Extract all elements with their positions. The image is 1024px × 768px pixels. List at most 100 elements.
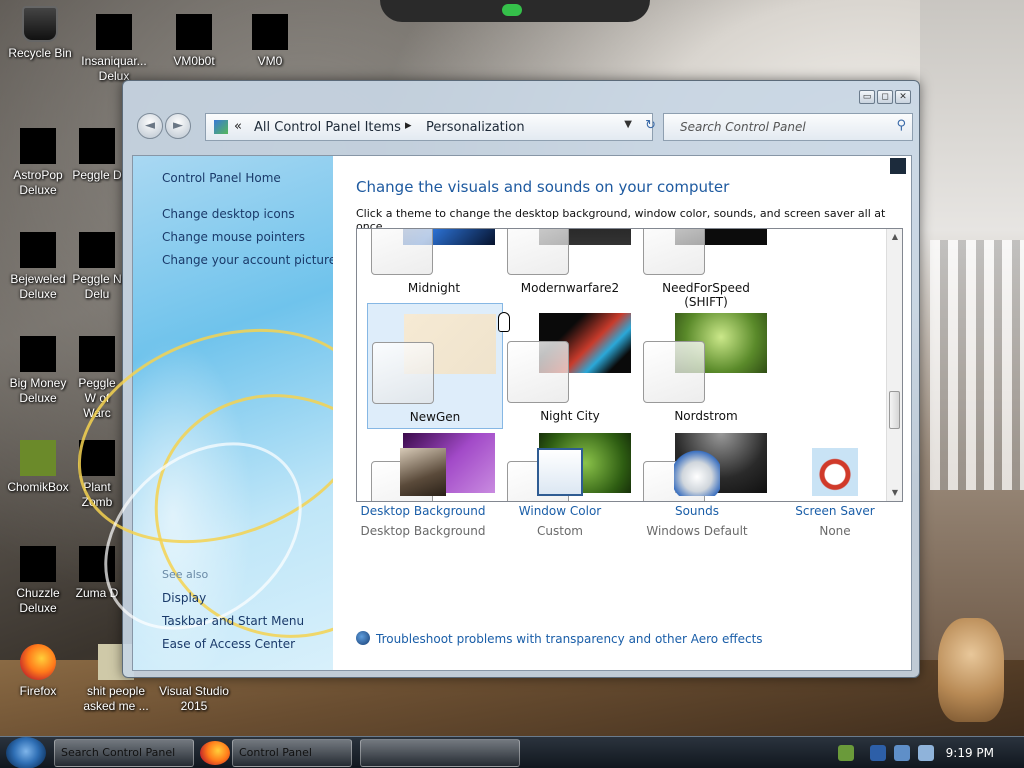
theme-label: Nordstrom — [674, 409, 738, 423]
theme-item-newgen[interactable]: NewGen — [367, 303, 503, 429]
hamster-mascot-icon — [938, 618, 1004, 722]
tray-app-icon[interactable] — [838, 745, 854, 761]
desktop-icon-label: Bejeweled Deluxe — [10, 272, 66, 301]
desktop-icon-peggle[interactable]: Peggle D — [72, 128, 122, 183]
address-bar[interactable]: « All Control Panel Items ▸ Personalizat… — [205, 113, 656, 141]
chevron-down-icon[interactable]: ▼ — [624, 119, 632, 130]
desktop-icon-vm0b0t[interactable]: VM0b0t — [154, 14, 234, 69]
volume-icon[interactable] — [918, 745, 934, 761]
desktop-icon-astropop[interactable]: AstroPop Deluxe — [0, 128, 76, 198]
desktop-icon-label: Recycle Bin — [8, 46, 72, 60]
network-icon[interactable] — [894, 745, 910, 761]
history-buttons: ◄ ► — [137, 113, 193, 139]
game-icon — [96, 14, 132, 50]
desktop-icon-label: VM0 — [257, 54, 283, 68]
close-button[interactable]: ✕ — [895, 90, 911, 104]
chevron-left-icon[interactable]: « — [234, 119, 242, 134]
desktop-icon-label: Visual Studio 2015 — [159, 684, 229, 713]
desktop-background-link[interactable]: Desktop Background — [353, 504, 493, 518]
troubleshoot-link[interactable]: Troubleshoot problems with transparency … — [356, 631, 763, 646]
firefox-icon — [20, 644, 56, 680]
desktop-icon-chomikbox[interactable]: ChomikBox — [0, 440, 76, 495]
maximize-button[interactable]: ◻ — [877, 90, 893, 104]
refresh-icon[interactable]: ↻ — [645, 118, 656, 133]
change-account-picture-link[interactable]: Change your account picture — [162, 253, 336, 267]
desktop-icon-recycle-bin[interactable]: Recycle Bin — [0, 6, 80, 61]
desktop-icon-label: VM0b0t — [173, 54, 215, 68]
desktop-icon-label: Chuzzle Deluxe — [16, 586, 60, 615]
screen-saver-link[interactable]: Screen Saver — [765, 504, 905, 518]
desktop-icon-insaniquarium[interactable]: Insaniquar... Delux — [74, 14, 154, 84]
desktop-icon-big-money[interactable]: Big Money Deluxe — [0, 336, 76, 406]
theme-window-preview — [507, 341, 569, 403]
window-color-setting[interactable]: Window Color Custom — [490, 448, 630, 538]
theme-label: Night City — [540, 409, 600, 423]
control-panel-home-link[interactable]: Control Panel Home — [162, 171, 281, 185]
help-icon[interactable] — [890, 158, 906, 174]
display-link[interactable]: Display — [162, 591, 206, 605]
ease-of-access-link[interactable]: Ease of Access Center — [162, 637, 295, 651]
theme-window-preview — [372, 342, 434, 404]
recycle-bin-icon — [22, 6, 58, 42]
scroll-up-icon[interactable]: ▲ — [887, 229, 902, 245]
desktop-icon-label: Insaniquar... Delux — [81, 54, 147, 83]
sounds-setting[interactable]: Sounds Windows Default — [627, 448, 767, 538]
forward-button[interactable]: ► — [165, 113, 191, 139]
minimize-button[interactable]: ▭ — [859, 90, 875, 104]
theme-item-night-city[interactable]: Night City — [503, 303, 639, 429]
theme-label: Modernwarfare2 — [520, 281, 620, 295]
desktop-icon-label: Big Money Deluxe — [9, 376, 67, 405]
theme-item-midnight[interactable]: Midnight — [367, 229, 503, 301]
desktop-icon-chuzzle[interactable]: Chuzzle Deluxe — [0, 546, 76, 616]
taskbar-control-panel[interactable]: Control Panel — [232, 739, 352, 767]
wallpaper-window-detail — [930, 240, 1024, 490]
start-button[interactable] — [6, 737, 46, 768]
theme-item-nordstrom[interactable]: Nordstrom — [639, 303, 775, 429]
taskbar-start-menu-link[interactable]: Taskbar and Start Menu — [162, 614, 304, 628]
window-color-icon — [537, 448, 583, 496]
breadcrumb-all-control-panel-items[interactable]: All Control Panel Items — [254, 120, 401, 135]
shield-icon[interactable] — [870, 745, 886, 761]
change-mouse-pointers-link[interactable]: Change mouse pointers — [162, 230, 305, 244]
desktop-icon-label: shit people asked me ... — [83, 684, 149, 713]
change-desktop-icons-link[interactable]: Change desktop icons — [162, 207, 295, 221]
taskbar-item[interactable] — [360, 739, 520, 767]
window-color-value: Custom — [537, 524, 583, 538]
screen-saver-setting[interactable]: Screen Saver None — [765, 448, 905, 538]
mouse-cursor-icon — [498, 312, 510, 332]
desktop-icon-peggle-nights[interactable]: Peggle N Delu — [72, 232, 122, 302]
troubleshoot-text: Troubleshoot problems with transparency … — [376, 632, 763, 646]
page-title: Change the visuals and sounds on your co… — [356, 178, 730, 196]
taskbar-search-control-panel[interactable]: Search Control Panel — [54, 739, 194, 767]
theme-label: NewGen — [409, 410, 461, 424]
see-also-heading: See also — [162, 568, 209, 581]
breadcrumb-personalization[interactable]: Personalization — [426, 120, 525, 135]
window-color-link[interactable]: Window Color — [490, 504, 630, 518]
back-button[interactable]: ◄ — [137, 113, 163, 139]
scroll-thumb[interactable] — [889, 391, 900, 429]
game-icon — [20, 128, 56, 164]
desktop-icon-bejeweled[interactable]: Bejeweled Deluxe — [0, 232, 76, 302]
content-area: Control Panel Home Change desktop icons … — [47, 155, 912, 680]
clock[interactable]: 9:19 PM — [946, 746, 994, 760]
desktop-background-setting[interactable]: Desktop Background Desktop Background — [353, 448, 493, 538]
search-input[interactable]: Search Control Panel — [680, 120, 806, 134]
game-icon — [20, 546, 56, 582]
search-box[interactable]: Search Control Panel ⚲ — [663, 113, 913, 141]
sounds-link[interactable]: Sounds — [627, 504, 767, 518]
desktop-icon-vm0[interactable]: VM0 — [230, 14, 310, 69]
theme-item-modernwarfare2[interactable]: Modernwarfare2 — [503, 229, 639, 301]
desktop-background-value: Desktop Background — [360, 524, 486, 538]
theme-label: Midnight — [407, 281, 461, 295]
navigation-bar: ◄ ► « All Control Panel Items ▸ Personal… — [133, 109, 913, 149]
search-icon[interactable]: ⚲ — [896, 118, 906, 133]
globe-icon — [356, 631, 370, 645]
breadcrumb-separator-icon[interactable]: ▸ — [405, 118, 412, 133]
desktop-icon-firefox[interactable]: Firefox — [0, 644, 76, 699]
system-tray: 9:19 PM — [834, 737, 1024, 768]
firefox-taskbar-icon[interactable] — [200, 741, 230, 765]
theme-item-needforspeed[interactable]: NeedForSpeed (SHIFT) — [639, 229, 775, 309]
control-panel-icon — [214, 120, 228, 134]
game-icon — [20, 232, 56, 268]
app-icon — [252, 14, 288, 50]
